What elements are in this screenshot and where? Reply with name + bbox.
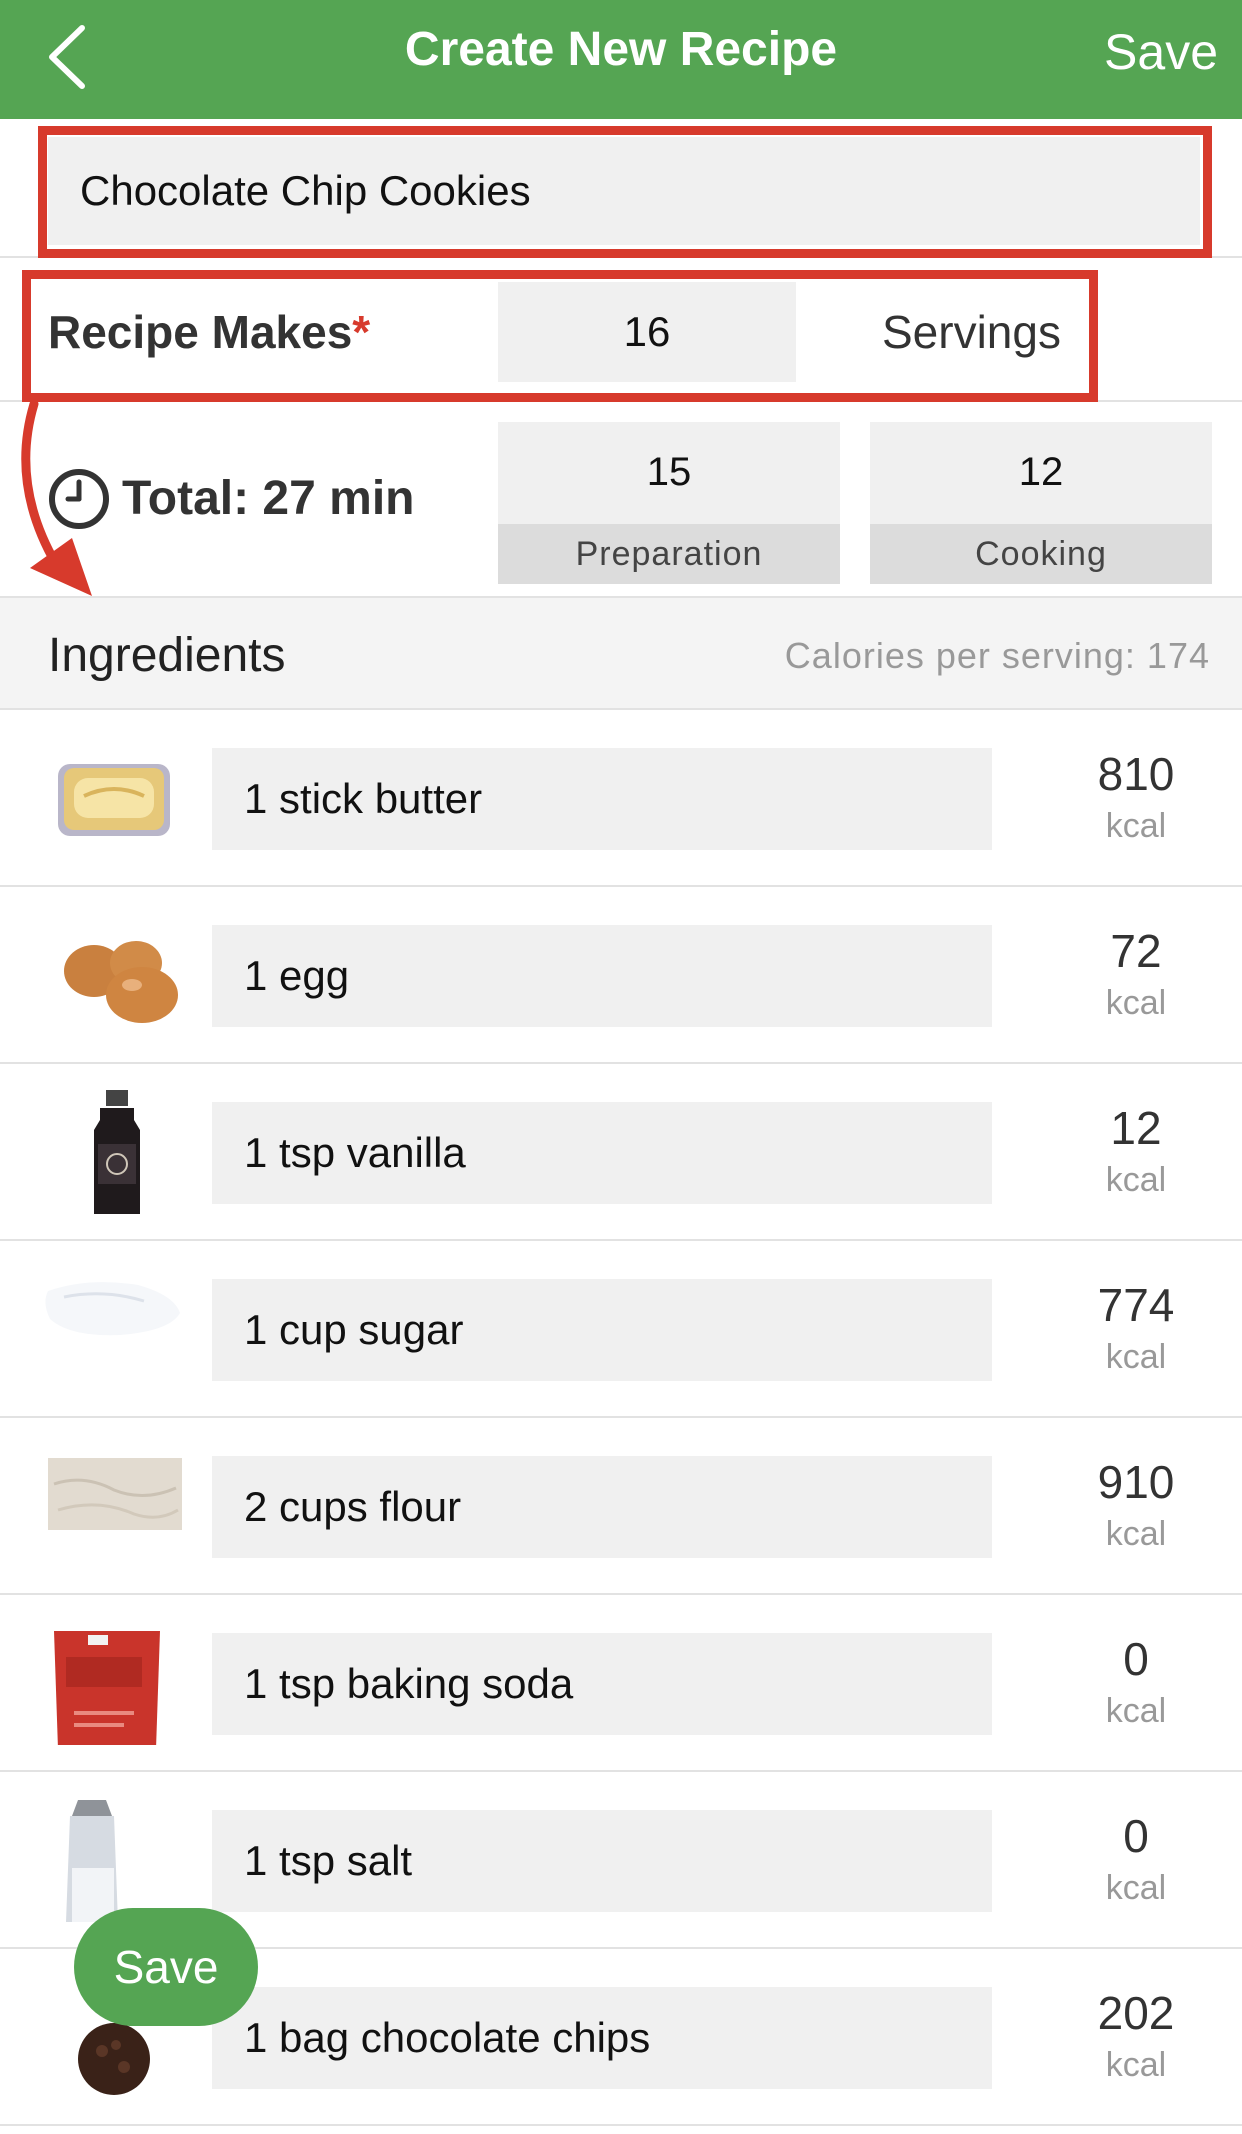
- ingredient-kcal: 202: [1097, 1987, 1175, 2039]
- floating-save-button[interactable]: Save: [74, 1908, 258, 2026]
- cooking-label: Cooking: [870, 524, 1212, 584]
- salt-shaker-image: [66, 1800, 118, 1922]
- ingredient-input[interactable]: [212, 1456, 992, 1558]
- ingredient-input[interactable]: [212, 925, 992, 1027]
- cooking-time-input[interactable]: [870, 422, 1212, 522]
- recipe-name-input[interactable]: [48, 137, 1200, 245]
- preparation-time-box: Preparation: [498, 422, 840, 584]
- recipe-makes-row: Recipe Makes* Servings: [0, 258, 1242, 402]
- ingredient-kcal: 810: [1097, 748, 1175, 800]
- ingredient-kcal-unit: kcal: [1105, 807, 1167, 845]
- ingredients-header: Ingredients Calories per serving: 174: [0, 598, 1242, 710]
- ingredient-input[interactable]: [212, 1810, 992, 1912]
- app-header: Create New Recipe Save: [0, 0, 1242, 119]
- preparation-label: Preparation: [498, 524, 840, 584]
- ingredient-input[interactable]: [212, 1987, 992, 2089]
- sugar-image: [45, 1282, 180, 1336]
- vanilla-bottle-image: [94, 1090, 140, 1214]
- ingredient-kcal: 910: [1097, 1456, 1175, 1508]
- ingredient-kcal-unit: kcal: [1105, 1692, 1167, 1730]
- ingredient-kcal-unit: kcal: [1105, 2046, 1167, 2084]
- ingredient-input[interactable]: [212, 1279, 992, 1381]
- ingredient-row: 910 kcal: [0, 1418, 1242, 1595]
- total-time-label: Total: 27 min: [122, 472, 415, 525]
- header-save-button[interactable]: Save: [1104, 22, 1218, 82]
- ingredient-kcal: 0: [1123, 1810, 1149, 1862]
- recipe-makes-label: Recipe Makes*: [48, 304, 370, 360]
- time-row: Total: 27 min Preparation Cooking: [0, 402, 1242, 598]
- ingredient-row: 12 kcal: [0, 1064, 1242, 1241]
- recipe-name-row: [0, 119, 1242, 258]
- ingredient-input[interactable]: [212, 1102, 992, 1204]
- servings-input[interactable]: [498, 282, 796, 382]
- ingredient-kcal-unit: kcal: [1105, 1515, 1167, 1553]
- ingredient-kcal: 72: [1110, 925, 1162, 977]
- cooking-time-box: Cooking: [870, 422, 1212, 584]
- ingredient-row: 774 kcal: [0, 1241, 1242, 1418]
- ingredient-kcal-unit: kcal: [1105, 1338, 1167, 1376]
- ingredient-input[interactable]: [212, 1633, 992, 1735]
- preparation-time-input[interactable]: [498, 422, 840, 522]
- ingredient-kcal-unit: kcal: [1105, 1161, 1167, 1199]
- ingredient-row: 810 kcal: [0, 710, 1242, 887]
- ingredient-row: 72 kcal: [0, 887, 1242, 1064]
- recipe-makes-text: Recipe Makes: [48, 306, 353, 358]
- clock-icon: [49, 469, 109, 529]
- ingredient-kcal: 12: [1110, 1102, 1162, 1154]
- required-star: *: [352, 306, 371, 358]
- flour-image: [48, 1458, 182, 1530]
- ingredients-title: Ingredients: [48, 629, 286, 682]
- servings-unit-label: Servings: [882, 306, 1061, 358]
- ingredient-kcal-unit: kcal: [1105, 1869, 1167, 1907]
- page-title: Create New Recipe: [404, 23, 838, 76]
- ingredient-row: 0 kcal: [0, 1595, 1242, 1772]
- ingredient-kcal-unit: kcal: [1105, 984, 1167, 1022]
- egg-image: [64, 941, 178, 1023]
- ingredient-input[interactable]: [212, 748, 992, 850]
- ingredient-kcal: 774: [1097, 1279, 1175, 1331]
- calories-per-serving: Calories per serving: 174: [784, 635, 1210, 676]
- ingredient-kcal: 0: [1123, 1633, 1149, 1685]
- butter-image: [58, 764, 170, 836]
- baking-soda-image: [54, 1631, 160, 1745]
